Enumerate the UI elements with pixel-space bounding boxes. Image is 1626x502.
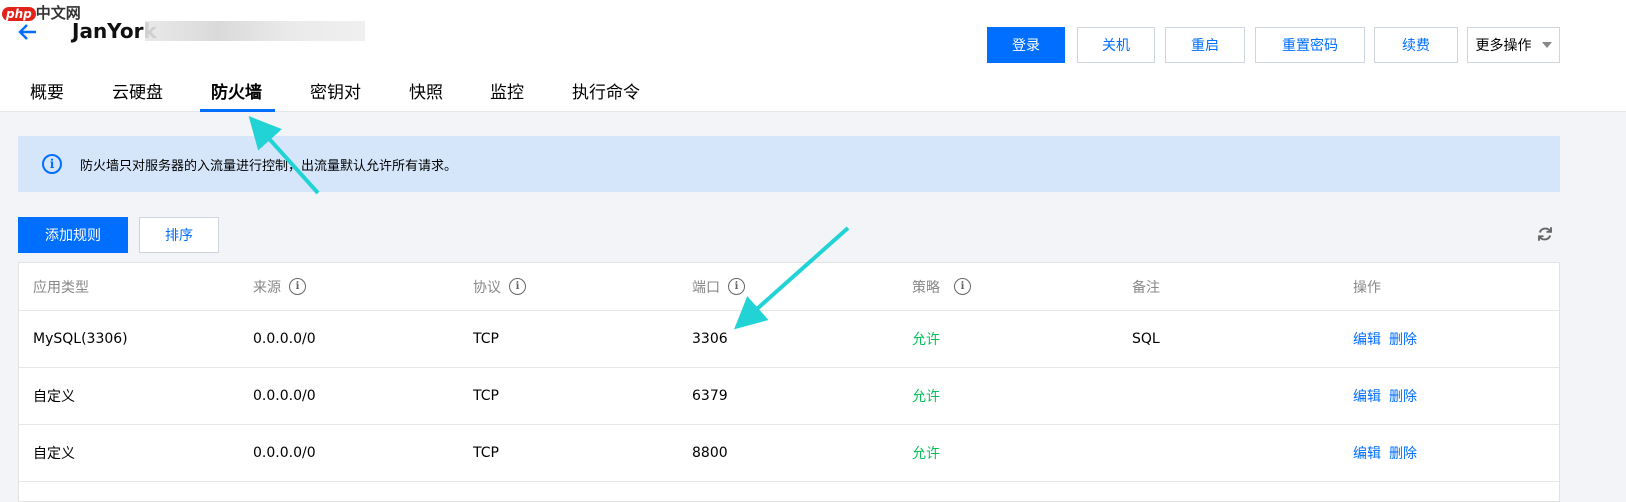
back-arrow-icon[interactable] bbox=[16, 20, 40, 44]
cell-port: 3306 bbox=[692, 331, 728, 347]
info-text: 防火墙只对服务器的入流量进行控制，出流量默认允许所有请求。 bbox=[80, 158, 458, 174]
cell-port: 6379 bbox=[692, 388, 728, 404]
cell-policy: 允许 bbox=[912, 389, 940, 405]
reset-password-button[interactable]: 重置密码 bbox=[1255, 27, 1365, 63]
cell-protocol: TCP bbox=[473, 388, 499, 404]
cell-port: 8800 bbox=[692, 445, 728, 461]
caret-down-icon bbox=[1541, 42, 1552, 48]
cell-source: 0.0.0.0/0 bbox=[253, 445, 316, 461]
col-note: 备注 bbox=[1132, 279, 1160, 296]
login-button[interactable]: 登录 bbox=[987, 27, 1065, 63]
cell-protocol: TCP bbox=[473, 445, 499, 461]
cell-policy: 允许 bbox=[912, 446, 940, 462]
watermark-logo: php 中文网 bbox=[2, 2, 81, 23]
info-icon[interactable]: i bbox=[728, 278, 745, 295]
edit-link[interactable]: 编辑 bbox=[1353, 329, 1381, 349]
cell-type: MySQL(3306) bbox=[33, 331, 128, 347]
tab-firewall[interactable]: 防火墙 bbox=[211, 78, 262, 103]
cell-type: 自定义 bbox=[33, 389, 75, 405]
table-row: MySQL(3306) 0.0.0.0/0 TCP 3306 允许 SQL 编辑… bbox=[19, 311, 1559, 368]
tab-key-pairs[interactable]: 密钥对 bbox=[310, 78, 361, 103]
active-tab-indicator bbox=[200, 109, 275, 112]
col-port: 端口 i bbox=[692, 277, 745, 297]
cell-source: 0.0.0.0/0 bbox=[253, 331, 316, 347]
cell-note: SQL bbox=[1132, 331, 1160, 347]
restart-button[interactable]: 重启 bbox=[1165, 27, 1245, 63]
delete-link[interactable]: 删除 bbox=[1389, 443, 1417, 463]
renew-button[interactable]: 续费 bbox=[1374, 27, 1458, 63]
table-row: 自定义 0.0.0.0/0 TCP 8800 允许 编辑 删除 bbox=[19, 425, 1559, 482]
delete-link[interactable]: 删除 bbox=[1389, 329, 1417, 349]
table-row: 自定义 0.0.0.0/0 TCP 6379 允许 编辑 删除 bbox=[19, 368, 1559, 425]
edit-link[interactable]: 编辑 bbox=[1353, 443, 1381, 463]
col-type: 应用类型 bbox=[33, 279, 89, 296]
col-policy: 策略 i bbox=[912, 277, 971, 297]
table-header: 应用类型 来源 i 协议 i 端口 i 策略 i 备注 操作 bbox=[19, 263, 1559, 311]
tab-cloud-disk[interactable]: 云硬盘 bbox=[112, 78, 163, 103]
info-icon[interactable]: i bbox=[289, 278, 306, 295]
refresh-icon[interactable] bbox=[1536, 225, 1554, 243]
tab-snapshots[interactable]: 快照 bbox=[409, 78, 443, 103]
col-source: 来源 i bbox=[253, 277, 306, 297]
header: php 中文网 JanYork 登录 关机 重启 重置密码 续费 更多操作 概要 … bbox=[0, 0, 1626, 112]
more-actions-dropdown[interactable]: 更多操作 bbox=[1467, 27, 1560, 63]
col-actions: 操作 bbox=[1353, 279, 1381, 296]
delete-link[interactable]: 删除 bbox=[1389, 386, 1417, 406]
tab-monitoring[interactable]: 监控 bbox=[490, 78, 524, 103]
sort-button[interactable]: 排序 bbox=[139, 217, 219, 253]
info-icon: i bbox=[42, 154, 62, 174]
cell-protocol: TCP bbox=[473, 331, 499, 347]
shutdown-button[interactable]: 关机 bbox=[1077, 27, 1155, 63]
tab-run-command[interactable]: 执行命令 bbox=[572, 78, 640, 103]
cell-policy: 允许 bbox=[912, 332, 940, 348]
cell-type: 自定义 bbox=[33, 446, 75, 462]
redacted-region bbox=[145, 21, 365, 41]
info-banner: i 防火墙只对服务器的入流量进行控制，出流量默认允许所有请求。 bbox=[18, 136, 1560, 192]
info-icon[interactable]: i bbox=[954, 278, 971, 295]
cell-source: 0.0.0.0/0 bbox=[253, 388, 316, 404]
edit-link[interactable]: 编辑 bbox=[1353, 386, 1381, 406]
firewall-rules-table: 应用类型 来源 i 协议 i 端口 i 策略 i 备注 操作 MySQL(3306) 0… bbox=[18, 262, 1560, 502]
add-rule-button[interactable]: 添加规则 bbox=[18, 217, 128, 253]
tab-overview[interactable]: 概要 bbox=[30, 78, 64, 103]
info-icon[interactable]: i bbox=[509, 278, 526, 295]
col-protocol: 协议 i bbox=[473, 277, 526, 297]
